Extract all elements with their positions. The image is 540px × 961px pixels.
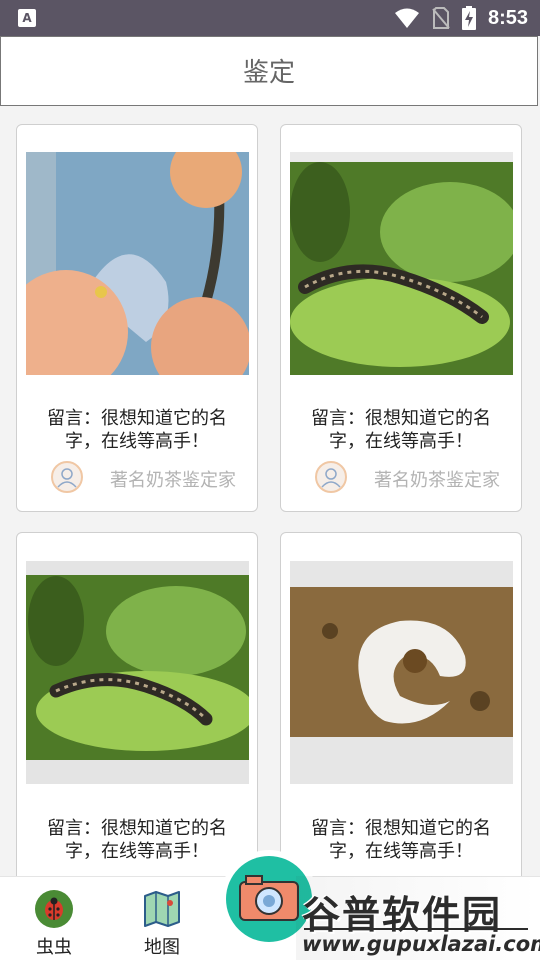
author-name: 著名奶茶鉴定家 [110,470,236,491]
avatar[interactable] [315,461,347,493]
avatar[interactable] [51,461,83,493]
identify-card[interactable]: 留言：很想知道它的名字，在线等高手！ 著名奶茶鉴定家 [16,124,258,512]
page-header: 鉴定 [0,36,538,106]
card-comment: 留言：很想知道它的名字，在线等高手！ [311,818,491,862]
insect-photo[interactable] [26,561,249,784]
insect-photo[interactable] [290,152,513,375]
ladybug-icon [35,890,73,928]
nav-item-map[interactable]: 地图 [122,877,202,961]
watermark-divider [304,928,528,930]
page-title: 鉴定 [242,58,295,88]
author-name: 著名奶茶鉴定家 [374,470,500,491]
identify-card[interactable]: 留言：很想知道它的名字，在线等高手！ 著名奶茶鉴定家 [280,124,522,512]
card-comment: 留言：很想知道它的名字，在线等高手！ [47,818,227,862]
identify-card[interactable]: 留言：很想知道它的名字，在线等高手！ [280,532,522,932]
wifi-icon [394,8,419,28]
identify-card[interactable]: 留言：很想知道它的名字，在线等高手！ [16,532,258,932]
battery-charging-icon [461,6,476,30]
card-comment: 留言：很想知道它的名字，在线等高手！ [311,408,491,452]
card-comment: 留言：很想知道它的名字，在线等高手！ [47,408,227,452]
insect-photo[interactable] [290,561,513,784]
clock: 8:53 [487,6,528,29]
watermark-url: www.gupuxlazai.com [302,932,540,956]
status-icons: 8:53 [394,0,528,36]
no-sim-icon [432,7,450,29]
nav-label: 地图 [144,937,180,958]
nav-item-bugs[interactable]: 虫虫 [14,877,94,961]
insect-photo[interactable] [26,152,249,375]
app-notification-icon: A [18,9,36,27]
map-icon [144,891,180,927]
watermark-text: 谷普软件园 [302,893,503,937]
watermark: 谷普软件园 www.gupuxlazai.com [296,876,540,960]
nav-label: 虫虫 [36,937,72,958]
status-bar: A 8:53 [0,0,540,36]
